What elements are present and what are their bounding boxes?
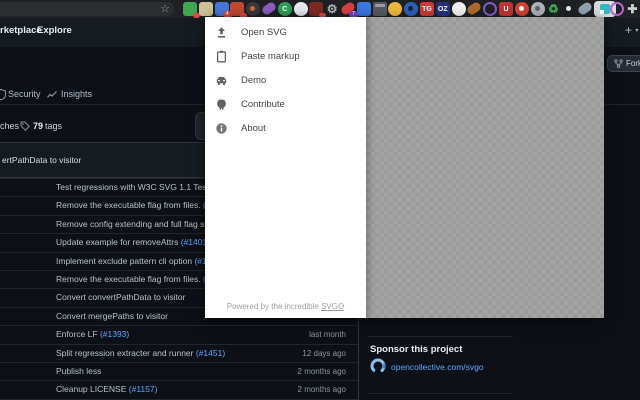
- tan-notes-icon[interactable]: [198, 2, 213, 16]
- github-icon: [217, 98, 226, 110]
- issue-link[interactable]: (#1451): [196, 348, 225, 358]
- pinwheel-icon[interactable]: [514, 2, 529, 16]
- car-icon: [216, 76, 227, 85]
- tg-red-icon[interactable]: TG: [420, 2, 434, 16]
- gray-orb-icon[interactable]: [530, 2, 545, 16]
- oz-navy-icon[interactable]: OZ: [435, 2, 450, 16]
- sponsor-title: Sponsor this project: [370, 344, 463, 355]
- dark-window-icon[interactable]: [372, 2, 387, 16]
- red-capsule-icon[interactable]: 7: [339, 0, 358, 18]
- menu-item-paste-markup[interactable]: Paste markup: [205, 44, 366, 68]
- purple-pen-icon[interactable]: [260, 0, 278, 17]
- create-new-button[interactable]: + ▾: [625, 23, 638, 37]
- table-row[interactable]: Cleanup LICENSE (#1157) 2 months ago: [0, 380, 358, 398]
- info-icon: [216, 122, 227, 134]
- dark-ring-icon[interactable]: [483, 2, 498, 16]
- color-ring-icon[interactable]: [609, 2, 624, 16]
- menu-item-open-svg[interactable]: Open SVG: [205, 20, 366, 44]
- table-row[interactable]: Enforce LF (#1393) last month: [0, 325, 358, 343]
- screen: ☆ 4 C ⚙ 7 TG OZ U ♻ ✚ rketplace Explore + ▾ Fork…: [0, 0, 640, 400]
- shield-icon: [0, 89, 6, 100]
- table-row[interactable]: Publish less 2 months ago: [0, 361, 358, 380]
- green-c-icon[interactable]: C: [277, 2, 292, 16]
- upload-icon: [218, 26, 225, 38]
- menu-item-label: Open SVG: [241, 26, 287, 38]
- sidebar-divider-2: [367, 393, 513, 394]
- opencollective-icon: [370, 358, 386, 374]
- issue-link[interactable]: (#1393): [100, 329, 129, 339]
- blue-app-icon[interactable]: [356, 2, 371, 16]
- orange-tool-icon[interactable]: [466, 0, 483, 17]
- menu-item-label: Demo: [241, 74, 267, 86]
- clipboard-paste-icon: [216, 50, 227, 62]
- black-sparkle-icon[interactable]: [562, 2, 577, 16]
- latest-commit-message[interactable]: ertPathData to visitor: [2, 155, 81, 165]
- powered-by-text: Powered by the incredible SVGO: [226, 302, 345, 311]
- svgo-link[interactable]: SVGO: [321, 302, 344, 311]
- yellow-face-icon[interactable]: [388, 2, 403, 16]
- blue-app-badge-icon[interactable]: 4: [214, 2, 232, 18]
- tag-icon: [20, 121, 30, 131]
- tab-security[interactable]: Security: [8, 89, 41, 99]
- browser-toolbar: ☆ 4 C ⚙ 7 TG OZ U ♻ ✚: [0, 0, 640, 18]
- tab-insights-label: Insights: [61, 89, 93, 99]
- table-row[interactable]: Split regression extracter and runner (#…: [0, 343, 358, 362]
- tags-label[interactable]: tags: [45, 121, 62, 131]
- recycle-icon[interactable]: ♻: [546, 2, 560, 16]
- fork-icon: [614, 59, 623, 68]
- dark-swirl-icon[interactable]: [246, 2, 261, 16]
- menu-item-contribute[interactable]: Contribute: [205, 92, 366, 116]
- bookmark-star-icon[interactable]: ☆: [158, 2, 172, 16]
- fork-label: Fork: [626, 59, 640, 68]
- svgomg-popup: Open SVG Paste markup Demo Contribute Ab…: [205, 17, 604, 318]
- fork-button[interactable]: Fork: [607, 55, 640, 72]
- white-orb-2-icon[interactable]: [451, 2, 466, 16]
- issue-link[interactable]: (#1157): [129, 384, 158, 394]
- menu-item-label: Paste markup: [241, 50, 300, 62]
- tags-count[interactable]: 79: [33, 121, 43, 131]
- white-orb-icon[interactable]: [293, 2, 308, 16]
- menu-item-demo[interactable]: Demo: [205, 68, 366, 92]
- menu-item-label: Contribute: [241, 98, 285, 110]
- chevron-down-icon: ▾: [635, 28, 639, 34]
- mail-alert-icon[interactable]: [230, 2, 248, 18]
- commit-date: 12 days ago: [302, 348, 346, 358]
- transparency-checkerboard: [366, 17, 604, 318]
- insights-graph-icon: [47, 90, 57, 98]
- opencollective-link[interactable]: opencollective.com/svgo: [391, 362, 484, 372]
- menu-item-about[interactable]: About: [205, 116, 366, 140]
- darkred-alert-icon[interactable]: [309, 2, 327, 18]
- gear-icon[interactable]: ⚙: [325, 2, 339, 16]
- sidebar-divider: [367, 336, 513, 337]
- commit-date: 2 months ago: [297, 385, 346, 395]
- nav-marketplace[interactable]: rketplace: [0, 25, 42, 36]
- extensions-puzzle-icon[interactable]: ✚: [625, 2, 639, 16]
- tab-security-label: Security: [8, 89, 41, 99]
- boat-icon[interactable]: [576, 0, 594, 17]
- blue-check-icon[interactable]: [404, 2, 419, 16]
- commit-date: 2 months ago: [297, 366, 346, 376]
- commit-date: last month: [309, 330, 346, 340]
- tab-insights[interactable]: Insights: [47, 89, 92, 99]
- address-bar[interactable]: [0, 2, 174, 16]
- u-shield-icon[interactable]: U: [499, 2, 513, 16]
- green-grid-icon[interactable]: [183, 2, 200, 18]
- menu-item-label: About: [241, 122, 266, 134]
- popup-menu-drawer: Open SVG Paste markup Demo Contribute Ab…: [205, 17, 366, 318]
- nav-explore[interactable]: Explore: [37, 25, 72, 36]
- branches-link[interactable]: ches: [0, 121, 19, 131]
